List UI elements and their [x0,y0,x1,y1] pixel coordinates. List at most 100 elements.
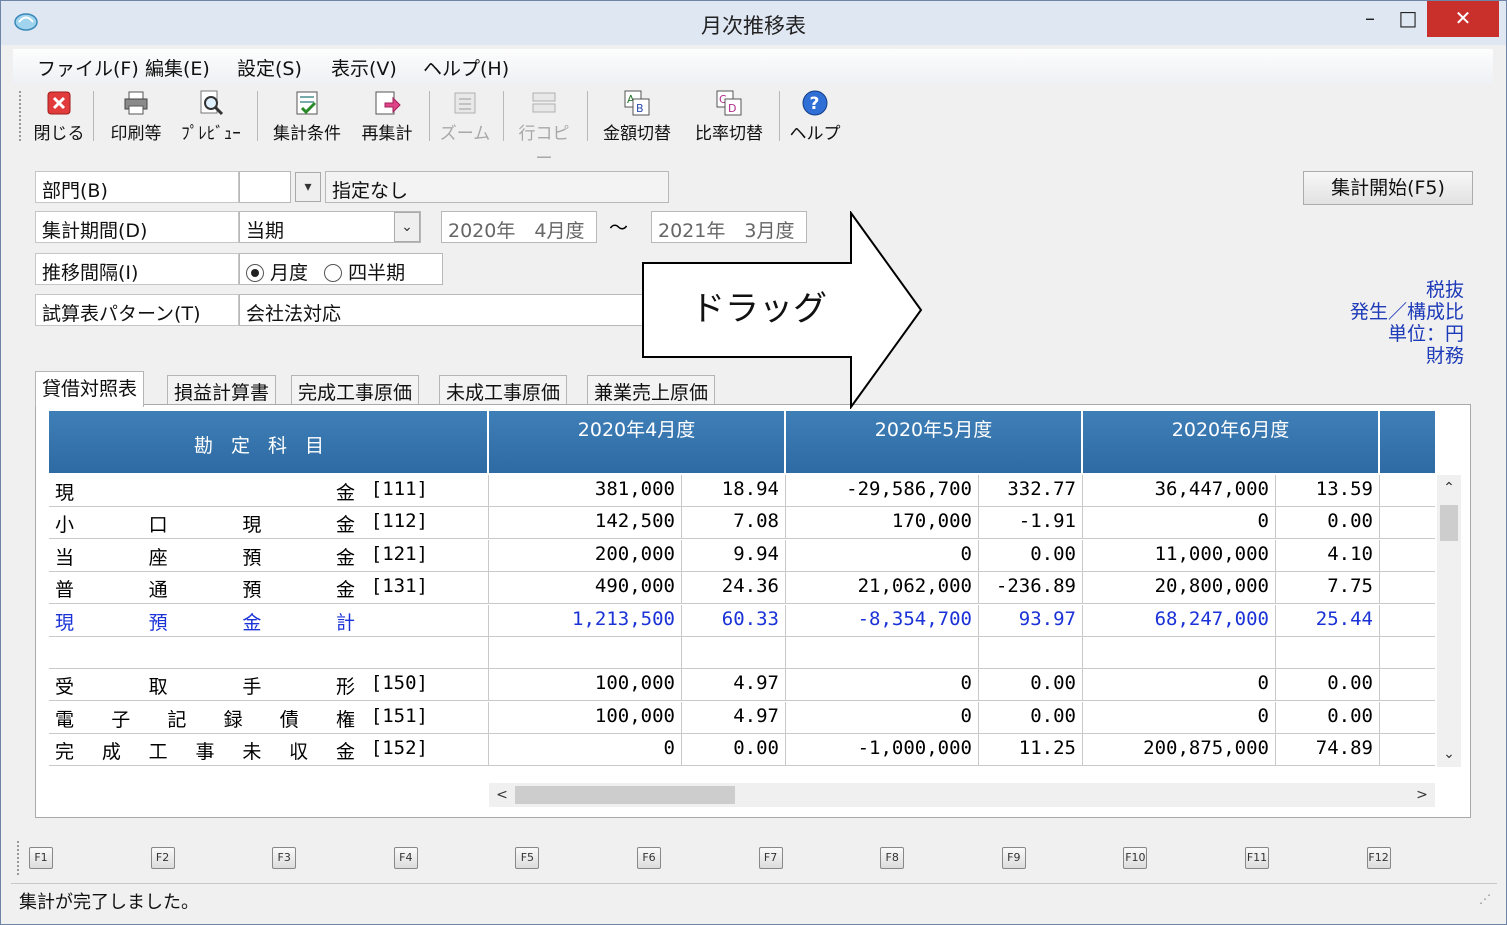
ratio-cell[interactable]: 0.00 [979,701,1083,734]
ratio-cell[interactable] [979,637,1083,669]
fkey-f4[interactable]: F4 [393,847,418,869]
ratio-cell[interactable]: 4.97 [682,701,786,734]
help-button[interactable]: ? ヘルプ [787,89,843,145]
account-cell[interactable]: 普 通 預 金 [131] [49,572,489,605]
ratio-cell[interactable]: 9.94 [682,539,786,572]
ratio-cell[interactable]: 18.94 [682,475,786,507]
amount-toggle-button[interactable]: A B 金額切替 [597,89,677,145]
pattern-select[interactable]: 会社法対応 [239,294,659,326]
account-cell[interactable]: 現金 [111] [49,475,489,507]
fkey-f10[interactable]: F10 [1123,847,1148,869]
amount-cell[interactable] [786,637,979,669]
ratio-cell[interactable] [682,637,786,669]
ratio-cell[interactable]: 0.00 [979,669,1083,702]
menu-view[interactable]: 表示(V) [331,54,397,81]
interval-quarterly-radio[interactable]: 四半期 [324,262,405,284]
header-month-1[interactable]: 2020年4月度 [489,411,786,473]
fkey-f8[interactable]: F8 [880,847,905,869]
overflow-cell[interactable] [1380,572,1435,604]
interval-monthly-radio[interactable]: 月度 [246,262,308,284]
amount-cell[interactable]: 200,000 [489,539,682,572]
header-month-3[interactable]: 2020年6月度 [1083,411,1380,473]
menu-edit[interactable]: 編集(E) [145,54,210,81]
account-cell[interactable]: 小 口 現 金 [112] [49,507,489,540]
period-from-input[interactable]: 2020年 4月度 [441,211,597,243]
ratio-cell[interactable] [1276,637,1380,669]
fkey-f2[interactable]: F2 [150,847,175,869]
ratio-toggle-button[interactable]: C D 比率切替 [689,89,769,145]
header-account[interactable]: 勘定科目 [49,411,489,473]
fkey-f12[interactable]: F12 [1366,847,1391,869]
amount-cell[interactable]: 0 [786,701,979,734]
amount-cell[interactable]: 100,000 [489,701,682,734]
overflow-cell[interactable] [1380,605,1435,637]
account-cell[interactable]: 電 子 記 録 債 権 [151] [49,701,489,734]
ratio-cell[interactable]: 25.44 [1276,604,1380,637]
amount-cell[interactable] [489,637,682,669]
department-picker-button[interactable]: ▾ [295,172,321,202]
chevron-up-icon[interactable]: ⌃ [1437,475,1461,501]
amount-cell[interactable]: 142,500 [489,507,682,540]
ratio-cell[interactable]: -236.89 [979,572,1083,605]
menu-file[interactable]: ファイル(F) [37,54,139,81]
preview-button[interactable]: ﾌﾟﾚﾋﾞｭｰ [175,89,247,145]
tab-completed-construction-cost[interactable]: 完成工事原価 [291,375,420,405]
fkey-f11[interactable]: F11 [1245,847,1269,869]
table-row[interactable]: 電子記録債権 [151] 100,000 4.97 0 0.00 0 0.00 [49,701,1435,734]
ratio-cell[interactable]: 4.97 [682,669,786,702]
horizontal-scroll-thumb[interactable] [515,786,735,804]
amount-cell[interactable]: 68,247,000 [1083,604,1276,637]
table-row[interactable]: 完 成 工 事 未 収 金 [152] 0 0.00 -1,000,000 11.25 200,875,… [49,734,1435,767]
tab-uncompleted-construction-cost[interactable]: 未成工事原価 [439,375,568,405]
ratio-cell[interactable]: 7.08 [682,507,786,540]
account-cell[interactable]: 完 成 工 事 未 収 金 [152] [49,734,489,767]
department-code-input[interactable] [239,171,291,203]
table-row[interactable]: 普 通 預 金 [131] 490,000 24.36 21,062,000 -236.89 20… [49,572,1435,605]
overflow-cell[interactable] [1380,669,1435,701]
table-row[interactable]: 現 預 金 計 1,213,500 60.33 -8,354,700 93.97 68,247,… [49,604,1435,637]
chevron-down-icon[interactable]: ⌄ [1437,741,1461,767]
header-month-2[interactable]: 2020年5月度 [786,411,1083,473]
amount-cell[interactable]: 490,000 [489,572,682,605]
vertical-scrollbar[interactable]: ⌃ ⌄ [1437,475,1461,767]
amount-cell[interactable]: 0 [1083,701,1276,734]
tab-income-statement[interactable]: 損益計算書 [167,375,277,405]
print-button[interactable]: 印刷等 [101,89,171,145]
recalc-button[interactable]: 再集計 [353,89,421,145]
amount-cell[interactable]: 381,000 [489,475,682,507]
ratio-cell[interactable]: 93.97 [979,604,1083,637]
fkey-f6[interactable]: F6 [637,847,661,869]
amount-cell[interactable]: 170,000 [786,507,979,540]
ratio-cell[interactable]: 0.00 [979,539,1083,572]
chevron-down-icon[interactable]: ⌄ [394,212,420,242]
amount-cell[interactable]: 100,000 [489,669,682,702]
vertical-scroll-thumb[interactable] [1440,505,1458,541]
amount-cell[interactable]: 21,062,000 [786,572,979,605]
toolbar-grip[interactable] [19,91,23,141]
conditions-button[interactable]: 集計条件 [267,89,347,145]
menu-settings[interactable]: 設定(S) [237,54,302,81]
amount-cell[interactable]: 0 [1083,669,1276,702]
fkey-grip[interactable] [17,841,21,875]
ratio-cell[interactable]: 74.89 [1276,734,1380,767]
amount-cell[interactable] [1083,637,1276,669]
chevron-right-icon[interactable]: > [1409,783,1435,807]
fkey-f7[interactable]: F7 [758,847,783,869]
ratio-cell[interactable]: 7.75 [1276,572,1380,605]
table-row[interactable] [49,637,1435,669]
chevron-left-icon[interactable]: < [489,783,515,807]
menu-help[interactable]: ヘルプ(H) [423,54,509,81]
close-button[interactable]: 閉じる [31,89,87,145]
account-cell[interactable]: 受 取 手 形 [150] [49,669,489,702]
ratio-cell[interactable]: 332.77 [979,475,1083,507]
account-cell[interactable] [49,637,489,669]
tab-balance-sheet[interactable]: 貸借対照表 [35,371,145,407]
amount-cell[interactable]: 0 [786,539,979,572]
start-aggregation-button[interactable]: 集計開始(F5) [1303,171,1473,205]
overflow-cell[interactable] [1380,637,1435,669]
overflow-cell[interactable] [1380,540,1435,572]
amount-cell[interactable]: 0 [786,669,979,702]
table-row[interactable]: 現金 [111] 381,000 18.94 -29,586,700 332.77 36,4… [49,475,1435,507]
ratio-cell[interactable]: 4.10 [1276,539,1380,572]
fkey-f5[interactable]: F5 [515,847,540,869]
